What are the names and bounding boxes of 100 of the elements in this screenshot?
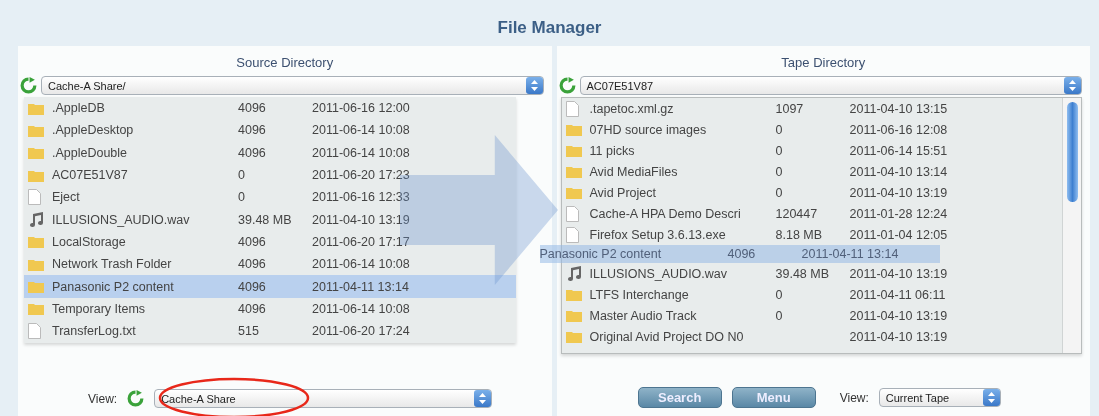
folder-icon: [565, 330, 582, 343]
file-date: 2011-06-20 17:24: [312, 324, 411, 339]
file-name: LocalStorage: [52, 234, 127, 249]
file-date: 2011-04-10 13:14: [849, 164, 949, 179]
file-date: 2011-04-10 13:15: [849, 101, 949, 116]
file-name: Panasonic P2 content: [52, 279, 175, 294]
file-row[interactable]: .AppleDB 4096 2011-06-16 12:00: [24, 97, 516, 120]
file-date: 2011-06-20 17:17: [312, 234, 411, 249]
file-date: 2011-06-20 17:23: [312, 168, 411, 183]
file-name: Avid Project: [589, 185, 657, 200]
file-date: 2011-06-16 12:00: [312, 101, 411, 116]
file-size: 0: [775, 308, 784, 323]
document-icon: [28, 189, 41, 206]
file-size: 515: [238, 324, 260, 339]
refresh-icon[interactable]: [127, 390, 145, 407]
folder-icon: [28, 257, 44, 271]
document-icon: [565, 226, 579, 243]
file-row[interactable]: Avid MediaFiles 0 2011-04-10 13:14: [561, 161, 1062, 182]
file-row[interactable]: Eject 0 2011-06-16 12:33: [24, 186, 516, 209]
file-name: LTFS Interchange: [589, 287, 690, 302]
file-date: 2011-01-28 12:24: [849, 206, 949, 221]
file-row[interactable]: Master Audio Track 0 2011-04-10 13:19: [561, 305, 1062, 326]
file-date: 2011-04-10 13:19: [849, 266, 949, 281]
view-select[interactable]: Current Tape: [878, 388, 1001, 407]
file-row[interactable]: 07HD source images 0 2011-06-16 12:08: [561, 119, 1062, 140]
folder-icon: [28, 235, 44, 249]
folder-icon: [28, 123, 44, 137]
file-name: Network Trash Folder: [52, 257, 173, 272]
file-size: 4096: [238, 123, 267, 138]
file-row[interactable]: Temporary Items 4096 2011-06-14 10:08: [24, 297, 516, 320]
file-date: 2011-06-14 10:08: [312, 123, 411, 138]
file-name: 11 picks: [589, 143, 636, 158]
file-row[interactable]: ILLUSIONS_AUDIO.wav 39.48 MB 2011-04-10 13:19: [24, 208, 516, 231]
folder-icon: [565, 288, 582, 301]
refresh-icon[interactable]: [20, 77, 37, 94]
path-select[interactable]: Cache-A Share/: [41, 76, 544, 95]
panel-heading: Tape Directory: [780, 54, 867, 72]
file-name: Temporary Items: [52, 301, 147, 316]
file-row[interactable]: Cache-A HPA Demo Descri 120447 2011-01-28 12:24: [561, 203, 1062, 224]
file-row[interactable]: TransferLog.txt 515 2011-06-20 17:24: [24, 319, 516, 343]
scrollbar[interactable]: [1062, 98, 1081, 353]
file-size: 4096: [238, 234, 267, 249]
file-row[interactable]: .tapetoc.xml.gz 1097 2011-04-10 13:15: [561, 98, 1062, 119]
folder-icon: [28, 168, 44, 182]
file-date: 2011-06-14 10:08: [312, 257, 411, 272]
panel-heading: Source Directory: [235, 54, 335, 72]
file-name: ILLUSIONS_AUDIO.wav: [589, 266, 729, 281]
file-row[interactable]: Avid Project 0 2011-04-10 13:19: [561, 182, 1062, 203]
path-select[interactable]: AC07E51V87: [579, 76, 1082, 95]
file-size: 8.18 MB: [775, 227, 824, 242]
folder-icon: [28, 302, 44, 316]
file-size: 4096: [238, 101, 267, 116]
file-date: 2011-06-14 10:08: [312, 145, 411, 160]
file-row[interactable]: .AppleDesktop 4096 2011-06-14 10:08: [24, 119, 516, 142]
file-size: 0: [238, 168, 246, 183]
view-label: View:: [88, 391, 118, 406]
folder-icon: [565, 123, 582, 136]
file-size: 1097: [775, 101, 805, 116]
file-row[interactable]: 11 picks 0 2011-06-14 15:51: [561, 140, 1062, 161]
file-name: .AppleDB: [52, 101, 106, 116]
file-row[interactable]: .AppleDouble 4096 2011-06-14 10:08: [24, 141, 516, 164]
file-name: Cache-A HPA Demo Descri: [589, 206, 742, 221]
file-date: 2011-04-10 13:19: [849, 329, 949, 344]
file-row[interactable]: LocalStorage 4096 2011-06-20 17:17: [24, 230, 516, 254]
file-size: 4096: [238, 301, 267, 316]
file-size: 0: [775, 164, 784, 179]
file-row[interactable]: Panasonic P2 content 4096 2011-04-11 13:14: [24, 275, 516, 298]
drag-preview: Panasonic P2 content 4096 2011-04-11 13:14: [539, 245, 940, 263]
file-size: 4096: [238, 145, 267, 160]
file-date: 2011-06-14 15:51: [849, 143, 949, 158]
file-date: 2011-06-16 12:08: [849, 122, 949, 137]
view-select[interactable]: Cache-A Share: [154, 389, 493, 408]
file-name: Master Audio Track: [589, 308, 698, 323]
file-size: 4096: [238, 257, 267, 272]
folder-icon: [565, 165, 582, 178]
document-icon: [565, 205, 579, 222]
file-row[interactable]: ILLUSIONS_AUDIO.wav 39.48 MB 2011-04-10 13:19: [561, 263, 1062, 284]
page-title: File Manager: [496, 17, 603, 39]
file-name: AC07E51V87: [52, 168, 129, 183]
file-name: Firefox Setup 3.6.13.exe: [589, 227, 727, 242]
folder-icon: [28, 146, 44, 160]
file-date: 2011-06-16 12:33: [312, 190, 411, 205]
file-name: 07HD source images: [589, 122, 708, 137]
file-size: 39.48 MB: [775, 266, 830, 281]
folder-icon: [565, 186, 582, 199]
refresh-icon[interactable]: [558, 77, 576, 94]
stepper-icon: [474, 390, 492, 407]
music-note-icon: [565, 266, 582, 281]
file-size: 120447: [775, 206, 819, 221]
file-row[interactable]: Original Avid Project DO N0 2011-04-10 13:19: [561, 326, 1062, 347]
file-row[interactable]: AC07E51V87 0 2011-06-20 17:23: [24, 163, 516, 187]
file-size: 0: [775, 287, 784, 302]
file-row[interactable]: LTFS Interchange 0 2011-04-11 06:11: [561, 284, 1062, 305]
file-row[interactable]: Network Trash Folder 4096 2011-06-14 10:08: [24, 253, 516, 276]
folder-icon: [28, 280, 44, 293]
file-size: 4096: [238, 279, 267, 294]
file-date: 2011-04-10 13:19: [849, 185, 949, 200]
file-row[interactable]: Firefox Setup 3.6.13.exe 8.18 MB 2011-01-04 12:05: [561, 224, 1062, 245]
file-date: 2011-04-10 13:19: [312, 212, 411, 227]
file-size: 0: [238, 190, 246, 205]
